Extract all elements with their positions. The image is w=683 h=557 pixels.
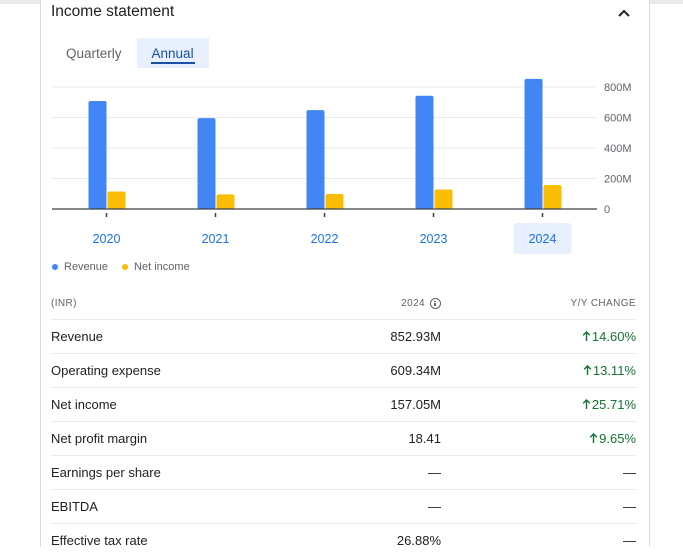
row-change: 9.65% xyxy=(589,431,636,446)
legend-label-net-income: Net income xyxy=(134,261,190,273)
legend-dot-revenue xyxy=(52,264,58,270)
row-label: Operating expense xyxy=(51,363,161,378)
row-value: — xyxy=(428,499,441,514)
y-tick-label: 0 xyxy=(604,204,610,216)
row-change: 13.11% xyxy=(583,363,636,378)
row-label: Earnings per share xyxy=(51,465,161,480)
x-tick-label[interactable]: 2024 xyxy=(529,232,557,246)
y-tick-label: 600M xyxy=(604,113,632,125)
table-row: Net profit margin 18.41 9.65% xyxy=(51,421,636,455)
net-income-bar xyxy=(434,189,453,209)
row-change-value: 13.11% xyxy=(592,363,636,378)
arrow-up-icon xyxy=(582,399,591,409)
table-row: Effective tax rate 26.88% — xyxy=(51,523,636,557)
legend-label-revenue: Revenue xyxy=(64,261,109,273)
row-change-value: 25.71% xyxy=(591,397,636,412)
revenue-bar xyxy=(524,78,543,209)
row-value: 18.41 xyxy=(408,431,441,446)
net-income-bar xyxy=(543,185,562,209)
arrow-up-icon xyxy=(582,331,591,341)
table-row: Net income 157.05M 25.71% xyxy=(51,387,636,421)
net-income-bar xyxy=(107,191,126,209)
row-label: EBITDA xyxy=(51,499,98,514)
table-row: Revenue 852.93M 14.60% xyxy=(51,319,636,353)
net-income-bar xyxy=(216,194,235,209)
row-label: Net profit margin xyxy=(51,431,148,446)
row-value: — xyxy=(428,465,441,480)
y-tick-label: 800M xyxy=(604,82,632,94)
row-label: Effective tax rate xyxy=(51,533,148,548)
revenue-bar xyxy=(197,118,216,209)
currency-header: (INR) xyxy=(51,298,77,309)
row-change: 25.71% xyxy=(582,397,636,412)
row-change: — xyxy=(623,533,636,548)
row-change-value: 14.60% xyxy=(591,329,636,344)
chart-legend: Revenue Net income xyxy=(52,261,204,273)
revenue-bar xyxy=(306,110,325,209)
year-header-label: 2024 xyxy=(401,298,425,309)
row-value: 157.05M xyxy=(390,397,441,412)
income-table: Revenue 852.93M 14.60% Operating expense… xyxy=(51,319,636,557)
revenue-bar xyxy=(415,95,434,209)
year-header: 2024 xyxy=(401,298,441,309)
row-change: 14.60% xyxy=(582,329,636,344)
table-row: Earnings per share — — xyxy=(51,455,636,489)
arrow-up-icon xyxy=(589,433,598,443)
row-change: — xyxy=(623,499,636,514)
net-income-bar xyxy=(325,194,344,209)
row-value: 609.34M xyxy=(390,363,441,378)
y-tick-label: 200M xyxy=(604,174,632,186)
table-row: Operating expense 609.34M 13.11% xyxy=(51,353,636,387)
row-change-value: 9.65% xyxy=(599,431,636,446)
change-header: Y/Y CHANGE xyxy=(570,298,636,309)
y-tick-label: 400M xyxy=(604,143,632,155)
revenue-bar xyxy=(88,101,107,209)
x-tick-label[interactable]: 2023 xyxy=(420,232,448,246)
table-header: (INR) 2024 Y/Y CHANGE xyxy=(51,295,636,319)
legend-dot-net-income xyxy=(122,264,129,270)
row-label: Revenue xyxy=(51,329,104,344)
row-change: — xyxy=(623,465,636,480)
table-row: EBITDA — — xyxy=(51,489,636,523)
row-value: 26.88% xyxy=(396,533,441,548)
info-icon[interactable] xyxy=(430,298,441,309)
legend-item-revenue: Revenue xyxy=(52,261,108,273)
x-tick-label[interactable]: 2020 xyxy=(93,232,121,246)
arrow-up-icon xyxy=(583,365,592,375)
x-tick-label[interactable]: 2022 xyxy=(311,232,339,246)
income-chart: 0 200M 400M 600M 800M 2020 2021 2022 2023 2024 xyxy=(52,78,632,254)
row-value: 852.93M xyxy=(390,329,441,344)
legend-item-net-income: Net income xyxy=(122,261,190,273)
row-label: Net income xyxy=(51,397,117,412)
x-tick-label[interactable]: 2021 xyxy=(202,232,230,246)
